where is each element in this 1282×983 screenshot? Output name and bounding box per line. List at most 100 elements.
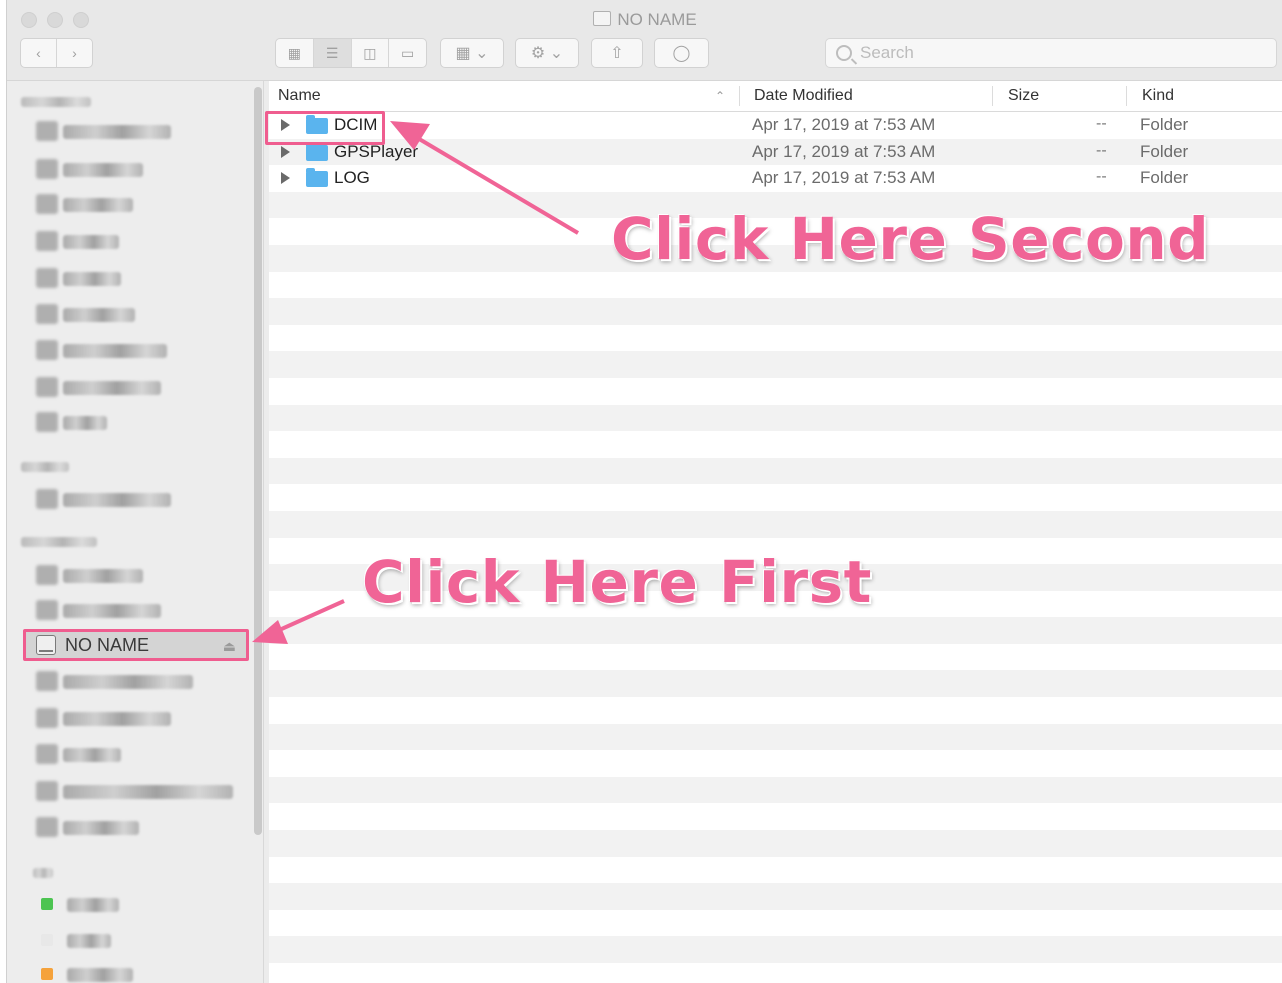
sidebar-item-blurred[interactable] — [63, 569, 143, 583]
drive-icon — [36, 635, 56, 655]
file-size: -- — [1096, 141, 1107, 159]
sidebar-item-blurred[interactable] — [63, 712, 171, 726]
sidebar: NO NAME ⏏ — [7, 81, 264, 983]
blurred-sidebar-icon — [36, 340, 58, 360]
share-button[interactable]: ⇧ — [591, 38, 643, 68]
sidebar-section-header — [21, 537, 97, 547]
title-bar: NO NAME ‹ › ▦ ☰ ◫ ▭ ▦ ⌄ ⚙ ⌄ ⇧ ◯ Search — [7, 0, 1282, 81]
blurred-sidebar-icon — [36, 744, 58, 764]
window-title-text: NO NAME — [617, 10, 697, 29]
action-button[interactable]: ⚙ ⌄ — [515, 38, 579, 68]
blurred-sidebar-icon — [36, 231, 58, 251]
tag-button[interactable]: ◯ — [654, 38, 709, 68]
view-mode-switcher: ▦ ☰ ◫ ▭ — [275, 38, 427, 68]
file-date: Apr 17, 2019 at 7:53 AM — [752, 168, 936, 188]
empty-row — [269, 351, 1282, 378]
empty-row — [269, 803, 1282, 831]
empty-row — [269, 883, 1282, 910]
file-rows: DCIM Apr 17, 2019 at 7:53 AM -- Folder G… — [269, 112, 1282, 192]
empty-row — [269, 697, 1282, 724]
sidebar-item-label: NO NAME — [65, 634, 150, 655]
grid-icon: ▦ — [455, 45, 471, 62]
share-icon: ⇧ — [610, 45, 624, 62]
dcim-highlight-box — [265, 111, 385, 145]
annotation-click-here-second: Click Here Second — [611, 205, 1210, 273]
empty-row — [269, 670, 1282, 698]
empty-row — [269, 484, 1282, 511]
gear-icon: ⚙ — [530, 45, 546, 62]
chevron-down-icon: ⌄ — [475, 45, 489, 62]
empty-row — [269, 963, 1282, 983]
empty-row — [269, 404, 1282, 432]
sidebar-item-blurred[interactable] — [63, 416, 107, 430]
table-row[interactable]: LOG Apr 17, 2019 at 7:53 AM -- Folder — [269, 165, 1282, 192]
column-view-icon[interactable]: ◫ — [352, 39, 390, 67]
search-input[interactable]: Search — [825, 38, 1277, 68]
search-placeholder: Search — [860, 43, 914, 62]
sidebar-item-blurred[interactable] — [67, 898, 119, 912]
file-kind: Folder — [1140, 168, 1189, 188]
table-row[interactable]: GPSPlayer Apr 17, 2019 at 7:53 AM -- Fol… — [269, 138, 1282, 166]
disclosure-triangle-icon[interactable] — [281, 172, 290, 185]
sidebar-item-blurred[interactable] — [63, 308, 135, 322]
sort-ascending-icon: ⌃ — [715, 89, 726, 103]
sidebar-section-header — [21, 462, 69, 472]
sidebar-item-blurred[interactable] — [63, 675, 193, 689]
column-size[interactable]: Size — [1008, 81, 1039, 111]
sidebar-scrollbar[interactable] — [254, 87, 262, 835]
navigation-buttons: ‹ › — [20, 38, 93, 68]
disclosure-triangle-icon[interactable] — [281, 145, 290, 158]
blurred-sidebar-icon — [36, 708, 58, 728]
file-kind: Folder — [1140, 141, 1189, 161]
sidebar-item-blurred[interactable] — [63, 272, 121, 286]
empty-row — [269, 271, 1282, 299]
sidebar-item-blurred[interactable] — [67, 968, 133, 982]
column-name[interactable]: Name — [278, 81, 321, 111]
folder-icon — [306, 141, 328, 161]
file-size: -- — [1096, 168, 1107, 186]
icon-view-icon[interactable]: ▦ — [276, 39, 314, 67]
table-row[interactable]: DCIM Apr 17, 2019 at 7:53 AM -- Folder — [269, 112, 1282, 139]
column-divider[interactable] — [739, 86, 740, 106]
sidebar-item-blurred[interactable] — [63, 493, 171, 507]
file-size: -- — [1096, 115, 1107, 132]
file-date: Apr 17, 2019 at 7:53 AM — [752, 115, 936, 134]
sidebar-item-blurred[interactable] — [63, 235, 119, 249]
column-kind[interactable]: Kind — [1142, 81, 1174, 111]
empty-row — [269, 723, 1282, 751]
empty-row — [269, 457, 1282, 485]
sidebar-item-blurred[interactable] — [63, 198, 133, 212]
eject-icon[interactable]: ⏏ — [223, 638, 236, 655]
blurred-sidebar-icon — [36, 304, 58, 324]
blurred-sidebar-icon — [36, 671, 58, 691]
sidebar-section-header — [33, 868, 53, 878]
chevron-down-icon: ⌄ — [549, 45, 564, 62]
blurred-sidebar-icon — [36, 489, 58, 509]
chevron-left-icon[interactable]: ‹ — [21, 39, 57, 67]
column-divider[interactable] — [992, 86, 993, 106]
chevron-right-icon[interactable]: › — [57, 39, 92, 67]
empty-row — [269, 643, 1282, 671]
sidebar-item-blurred[interactable] — [63, 344, 167, 358]
sidebar-item-blurred[interactable] — [67, 934, 111, 948]
sidebar-item-blurred[interactable] — [63, 785, 233, 799]
column-date-modified[interactable]: Date Modified — [754, 81, 853, 111]
empty-row — [269, 617, 1282, 644]
group-button[interactable]: ▦ ⌄ — [440, 38, 504, 68]
list-view-icon[interactable]: ☰ — [313, 39, 352, 67]
column-divider[interactable] — [1126, 86, 1127, 106]
file-name: LOG — [334, 168, 370, 188]
blurred-sidebar-icon — [36, 121, 58, 141]
window-title: NO NAME — [7, 10, 1282, 30]
green-tag-icon — [41, 898, 53, 910]
sidebar-item-blurred[interactable] — [63, 125, 171, 139]
sidebar-item-blurred[interactable] — [63, 604, 161, 618]
sidebar-item-blurred[interactable] — [63, 748, 121, 762]
gallery-view-icon[interactable]: ▭ — [389, 39, 426, 67]
sidebar-item-blurred[interactable] — [63, 821, 139, 835]
sidebar-item-blurred[interactable] — [63, 163, 143, 177]
file-kind: Folder — [1140, 115, 1189, 134]
blurred-sidebar-icon — [36, 600, 58, 620]
sidebar-item-no-name[interactable]: NO NAME ⏏ — [23, 629, 249, 661]
sidebar-item-blurred[interactable] — [63, 381, 161, 395]
